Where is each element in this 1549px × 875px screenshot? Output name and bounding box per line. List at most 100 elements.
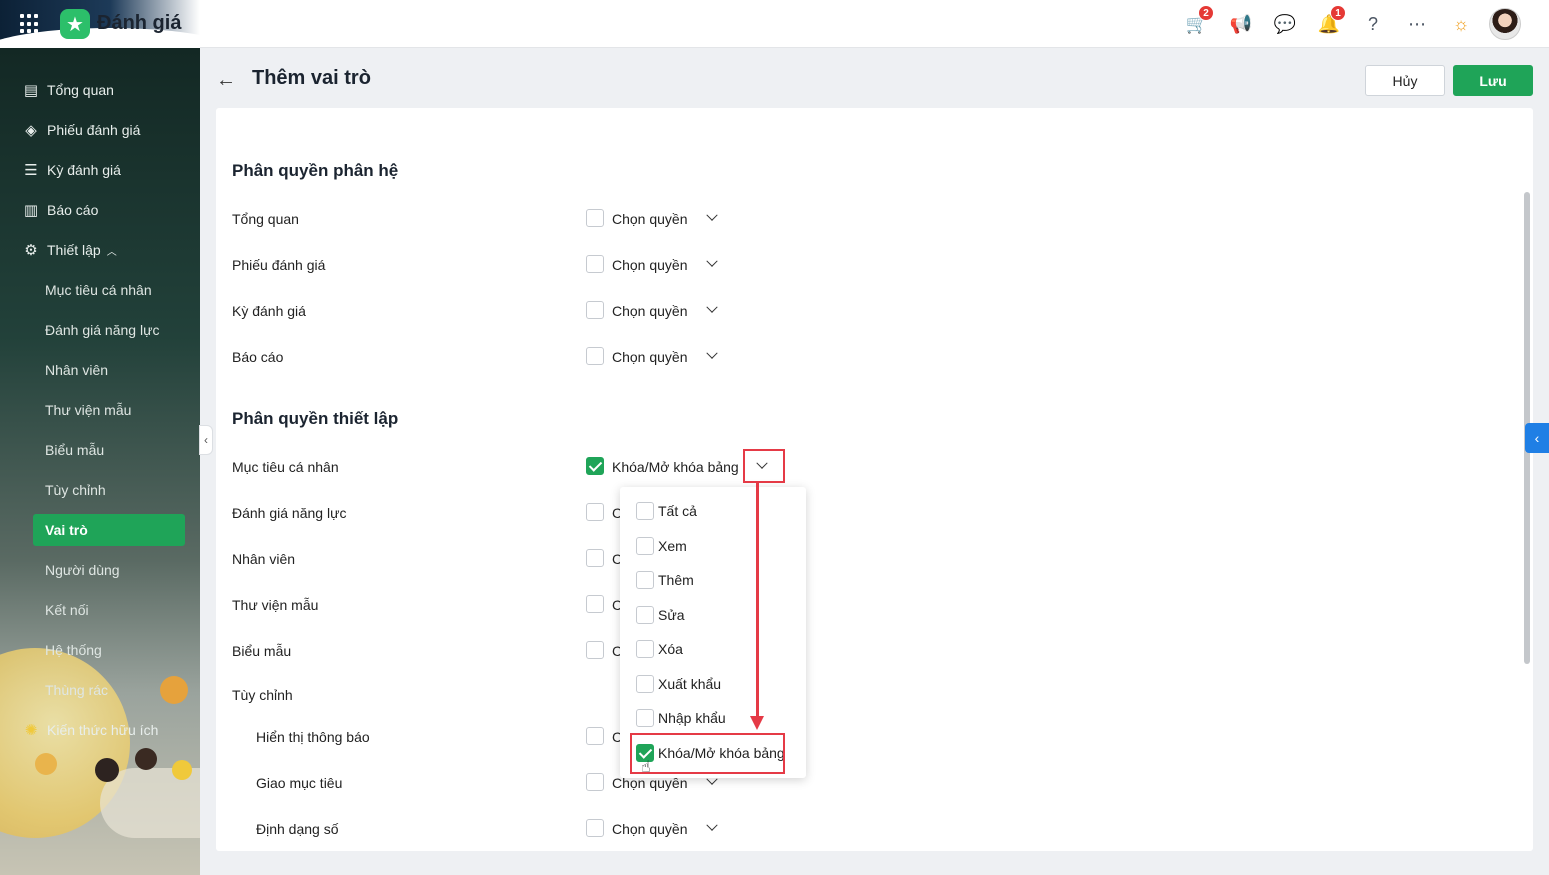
row-label: Kỳ đánh giá [232, 303, 306, 319]
section-title-module: Phân quyền phân hệ [232, 161, 399, 180]
row-checkbox-checked[interactable] [586, 457, 604, 475]
dropdown-option[interactable]: Xóa [620, 634, 806, 664]
sidebar-item-evaluation-periods[interactable]: ☰ Kỳ đánh giá [0, 150, 200, 190]
row-checkbox[interactable] [586, 819, 604, 837]
chevron-down-icon[interactable] [704, 302, 720, 318]
hand-cursor-icon: ☝ [641, 759, 651, 776]
option-label: Nhập khẩu [658, 710, 726, 726]
row-checkbox[interactable] [586, 301, 604, 319]
chart-line-icon: ▤ [23, 82, 39, 99]
cancel-button[interactable]: Hủy [1365, 65, 1445, 96]
dropdown-option[interactable]: Xem [620, 531, 806, 561]
help-icon[interactable]: ? [1357, 8, 1389, 40]
chevron-up-icon: ︿ [106, 246, 117, 258]
cart-icon[interactable]: 🛒 2 [1181, 5, 1214, 40]
row-label: Thư viện mẫu [232, 597, 319, 613]
page-title: Thêm vai trò [252, 67, 371, 89]
highlight-box-option [630, 733, 785, 774]
highlight-arrow-head [750, 716, 764, 730]
sidebar-sub-item[interactable]: Tùy chỉnh [0, 470, 200, 510]
sidebar-item-label: Kiến thức hữu ích [47, 722, 159, 738]
sidebar-item-label: Phiếu đánh giá [47, 122, 141, 138]
option-checkbox[interactable] [636, 675, 654, 693]
sidebar-sub-item[interactable]: Biểu mẫu [0, 430, 200, 470]
app-title: Đánh giá [97, 12, 182, 34]
permission-select-value[interactable]: Khóa/Mở khóa bảng [612, 459, 739, 475]
permission-select-value[interactable]: Chọn quyền [612, 257, 688, 273]
more-icon[interactable]: ⋯ [1401, 8, 1433, 40]
sidebar-sub-item[interactable]: Hệ thống [0, 630, 200, 670]
dropdown-option[interactable]: Thêm [620, 565, 806, 595]
bar-chart-icon: ▥ [23, 202, 39, 219]
chevron-down-icon[interactable] [704, 820, 720, 836]
sidebar-sub-item[interactable]: Mục tiêu cá nhân [0, 270, 200, 310]
option-label: Xóa [658, 641, 683, 657]
sidebar: ▤ Tổng quan ◈ Phiếu đánh giá ☰ Kỳ đánh g… [0, 48, 200, 875]
cart-badge: 2 [1198, 5, 1214, 21]
dropdown-option[interactable]: Nhập khẩu [620, 703, 806, 733]
back-arrow-icon[interactable]: ← [216, 68, 238, 92]
row-checkbox[interactable] [586, 255, 604, 273]
sidebar-nav: ▤ Tổng quan ◈ Phiếu đánh giá ☰ Kỳ đánh g… [0, 70, 200, 750]
option-checkbox[interactable] [636, 502, 654, 520]
lightbulb-icon: ✺ [24, 722, 38, 739]
bell-icon[interactable]: 🔔 1 [1313, 5, 1346, 40]
sidebar-item-settings[interactable]: ⚙ Thiết lập ︿ [0, 230, 200, 270]
lantern-icon[interactable]: ☼ [1445, 8, 1477, 40]
side-panel-toggle-icon[interactable]: ‹ [1525, 423, 1549, 453]
row-label-group: Tùy chỉnh [232, 687, 293, 703]
dropdown-option[interactable]: Tất cả [620, 496, 806, 526]
row-checkbox[interactable] [586, 549, 604, 567]
option-label: Xem [658, 538, 687, 554]
chevron-down-icon[interactable] [704, 210, 720, 226]
megaphone-icon[interactable]: 📢 [1225, 8, 1257, 40]
row-checkbox[interactable] [586, 595, 604, 613]
option-label: Sửa [658, 607, 685, 623]
sidebar-item-label: Báo cáo [47, 202, 99, 218]
sidebar-sub-item[interactable]: Nhân viên [0, 350, 200, 390]
kid-decoration [35, 753, 57, 775]
top-icons: 🛒 2 📢 💬 🔔 1 ? ⋯ ☼ [1181, 5, 1521, 40]
permission-select-value[interactable]: Chọn quyền [612, 349, 688, 365]
chevron-down-icon[interactable] [704, 256, 720, 272]
avatar[interactable] [1489, 8, 1521, 40]
save-button[interactable]: Lưu [1453, 65, 1533, 96]
row-checkbox[interactable] [586, 209, 604, 227]
chat-icon[interactable]: 💬 [1269, 8, 1301, 40]
sidebar-sub-item[interactable]: Thư viện mẫu [0, 390, 200, 430]
row-label: Nhân viên [232, 551, 296, 567]
sidebar-collapse-handle[interactable]: ‹ [199, 425, 213, 455]
sidebar-item-knowledge[interactable]: ✺ Kiến thức hữu ích [0, 710, 200, 750]
sidebar-item-label: Kỳ đánh giá [47, 162, 121, 178]
sidebar-sub-item[interactable]: Kết nối [0, 590, 200, 630]
top-bar: ★ Đánh giá 🛒 2 📢 💬 🔔 1 ? ⋯ ☼ [0, 0, 1549, 48]
row-checkbox[interactable] [586, 727, 604, 745]
row-checkbox[interactable] [586, 503, 604, 521]
row-label: Giao mục tiêu [256, 775, 343, 791]
row-checkbox[interactable] [586, 773, 604, 791]
highlight-arrow-line [756, 483, 759, 719]
dropdown-option[interactable]: Sửa [620, 600, 806, 630]
permission-select-value[interactable]: Chọn quyền [612, 303, 688, 319]
row-checkbox[interactable] [586, 347, 604, 365]
sidebar-item-overview[interactable]: ▤ Tổng quan [0, 70, 200, 110]
sidebar-sub-item[interactable]: Thùng rác [0, 670, 200, 710]
permission-select-value[interactable]: Chọn quyền [612, 211, 688, 227]
sidebar-item-evaluation-forms[interactable]: ◈ Phiếu đánh giá [0, 110, 200, 150]
option-checkbox[interactable] [636, 640, 654, 658]
sidebar-sub-item[interactable]: Người dùng [0, 550, 200, 590]
app-grid-icon[interactable] [20, 14, 40, 34]
sidebar-item-reports[interactable]: ▥ Báo cáo [0, 190, 200, 230]
sidebar-sub-item[interactable]: Đánh giá năng lực [0, 310, 200, 350]
row-label: Hiển thị thông báo [256, 729, 370, 745]
permission-select-value[interactable]: Chọn quyền [612, 821, 688, 837]
dropdown-option[interactable]: Xuất khẩu [620, 669, 806, 699]
row-checkbox[interactable] [586, 641, 604, 659]
option-checkbox[interactable] [636, 571, 654, 589]
option-checkbox[interactable] [636, 537, 654, 555]
option-checkbox[interactable] [636, 709, 654, 727]
chevron-down-icon[interactable] [704, 348, 720, 364]
option-label: Thêm [658, 572, 694, 588]
option-checkbox[interactable] [636, 606, 654, 624]
sidebar-sub-item-active[interactable]: Vai trò [33, 514, 185, 546]
